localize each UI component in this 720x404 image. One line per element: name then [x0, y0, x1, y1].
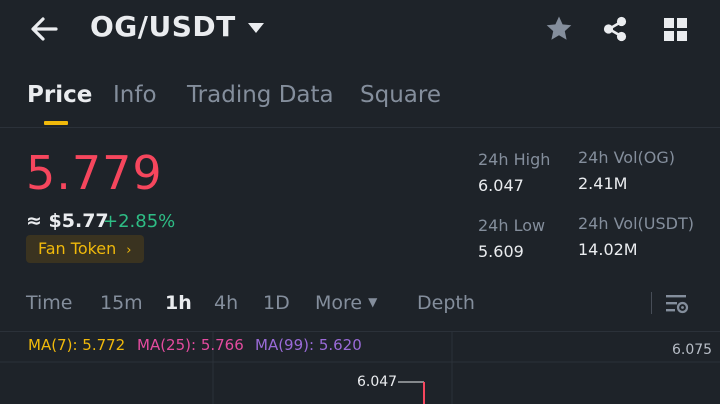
vol-quote-label: 24h Vol(USDT) — [578, 214, 694, 233]
tabs-divider — [0, 127, 720, 128]
interval-15m[interactable]: 15m — [100, 292, 143, 314]
tab-price[interactable]: Price — [27, 82, 92, 108]
price-change-percent: +2.85% — [103, 211, 176, 232]
interval-depth[interactable]: Depth — [417, 292, 475, 314]
fan-token-label: Fan Token — [38, 239, 117, 258]
interval-4h[interactable]: 4h — [214, 292, 238, 314]
tab-trading-data[interactable]: Trading Data — [187, 82, 334, 108]
back-button[interactable] — [26, 12, 66, 46]
fan-token-badge[interactable]: Fan Token › — [26, 235, 144, 263]
active-tab-indicator — [44, 121, 68, 125]
share-icon — [603, 16, 627, 42]
usd-equivalent: ≈ $5.77 — [26, 210, 109, 232]
share-button[interactable] — [600, 14, 630, 44]
vol-quote-value: 14.02M — [578, 240, 638, 259]
ma25-label: MA(25): 5.766 — [137, 336, 244, 354]
menu-button[interactable] — [662, 16, 690, 44]
favorite-button[interactable] — [544, 14, 574, 44]
grid-icon — [664, 18, 687, 41]
pair-title[interactable]: OG/USDT — [90, 10, 236, 43]
vol-base-label: 24h Vol(OG) — [578, 148, 675, 167]
interval-1h[interactable]: 1h — [165, 292, 192, 314]
interval-more-label: More — [315, 292, 363, 314]
low-label: 24h Low — [478, 216, 546, 235]
arrow-left-icon — [31, 17, 58, 41]
high-marker-label: 6.047 — [357, 374, 398, 390]
price-axis-top-label: 6.075 — [672, 342, 713, 358]
vol-base-value: 2.41M — [578, 174, 628, 193]
last-price: 5.779 — [26, 146, 163, 200]
tab-square[interactable]: Square — [360, 82, 441, 108]
interval-1d[interactable]: 1D — [263, 292, 290, 314]
caret-down-icon — [248, 23, 264, 33]
high-value: 6.047 — [478, 176, 524, 195]
high-label: 24h High — [478, 150, 551, 169]
ma7-label: MA(7): 5.772 — [28, 336, 126, 354]
low-value: 5.609 — [478, 242, 524, 261]
interval-more[interactable]: More ▼ — [315, 292, 377, 314]
caret-down-icon: ▼ — [368, 295, 378, 309]
star-icon — [546, 16, 572, 40]
tab-info[interactable]: Info — [113, 82, 157, 108]
ma99-label: MA(99): 5.620 — [255, 336, 362, 354]
interval-time[interactable]: Time — [26, 292, 73, 314]
chart-settings-icon — [666, 295, 689, 314]
chart-settings-button[interactable] — [664, 292, 690, 316]
pair-selector-caret[interactable] — [246, 20, 266, 36]
toolbar-separator — [651, 292, 652, 314]
chevron-right-icon: › — [126, 243, 132, 258]
